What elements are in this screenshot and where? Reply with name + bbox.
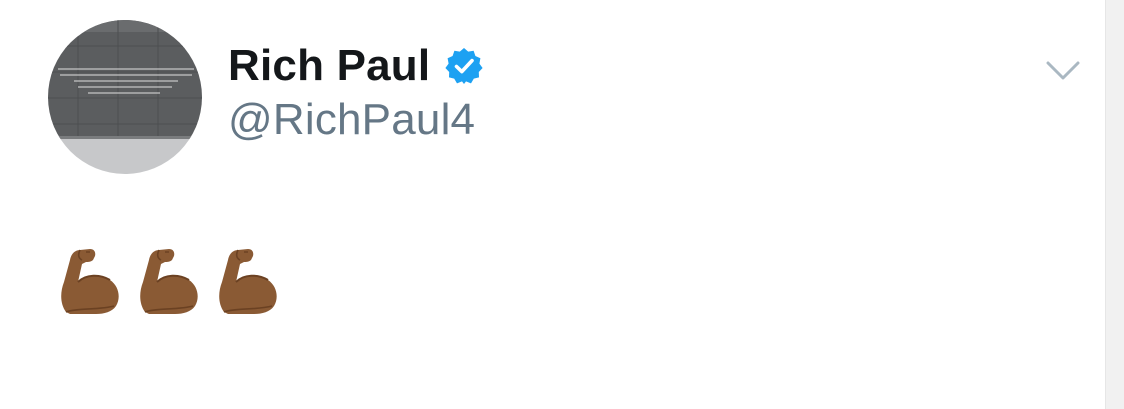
flexed-biceps-icon: [140, 249, 198, 314]
display-name[interactable]: Rich Paul: [228, 44, 430, 88]
handle[interactable]: @RichPaul4: [228, 98, 484, 142]
flexed-biceps-icon: [219, 249, 277, 314]
avatar-image: [48, 20, 202, 174]
verified-badge-icon: [445, 48, 483, 84]
chevron-down-icon[interactable]: [1046, 60, 1080, 82]
flexed-biceps-icon: [61, 249, 119, 314]
avatar[interactable]: [48, 20, 202, 174]
tweet-text: [56, 242, 280, 316]
scrollbar-track[interactable]: [1105, 0, 1124, 409]
author-info: Rich Paul @RichPaul4: [228, 38, 484, 142]
tweet-card: Rich Paul @RichPaul4: [0, 0, 1124, 409]
name-row: Rich Paul: [228, 38, 484, 94]
